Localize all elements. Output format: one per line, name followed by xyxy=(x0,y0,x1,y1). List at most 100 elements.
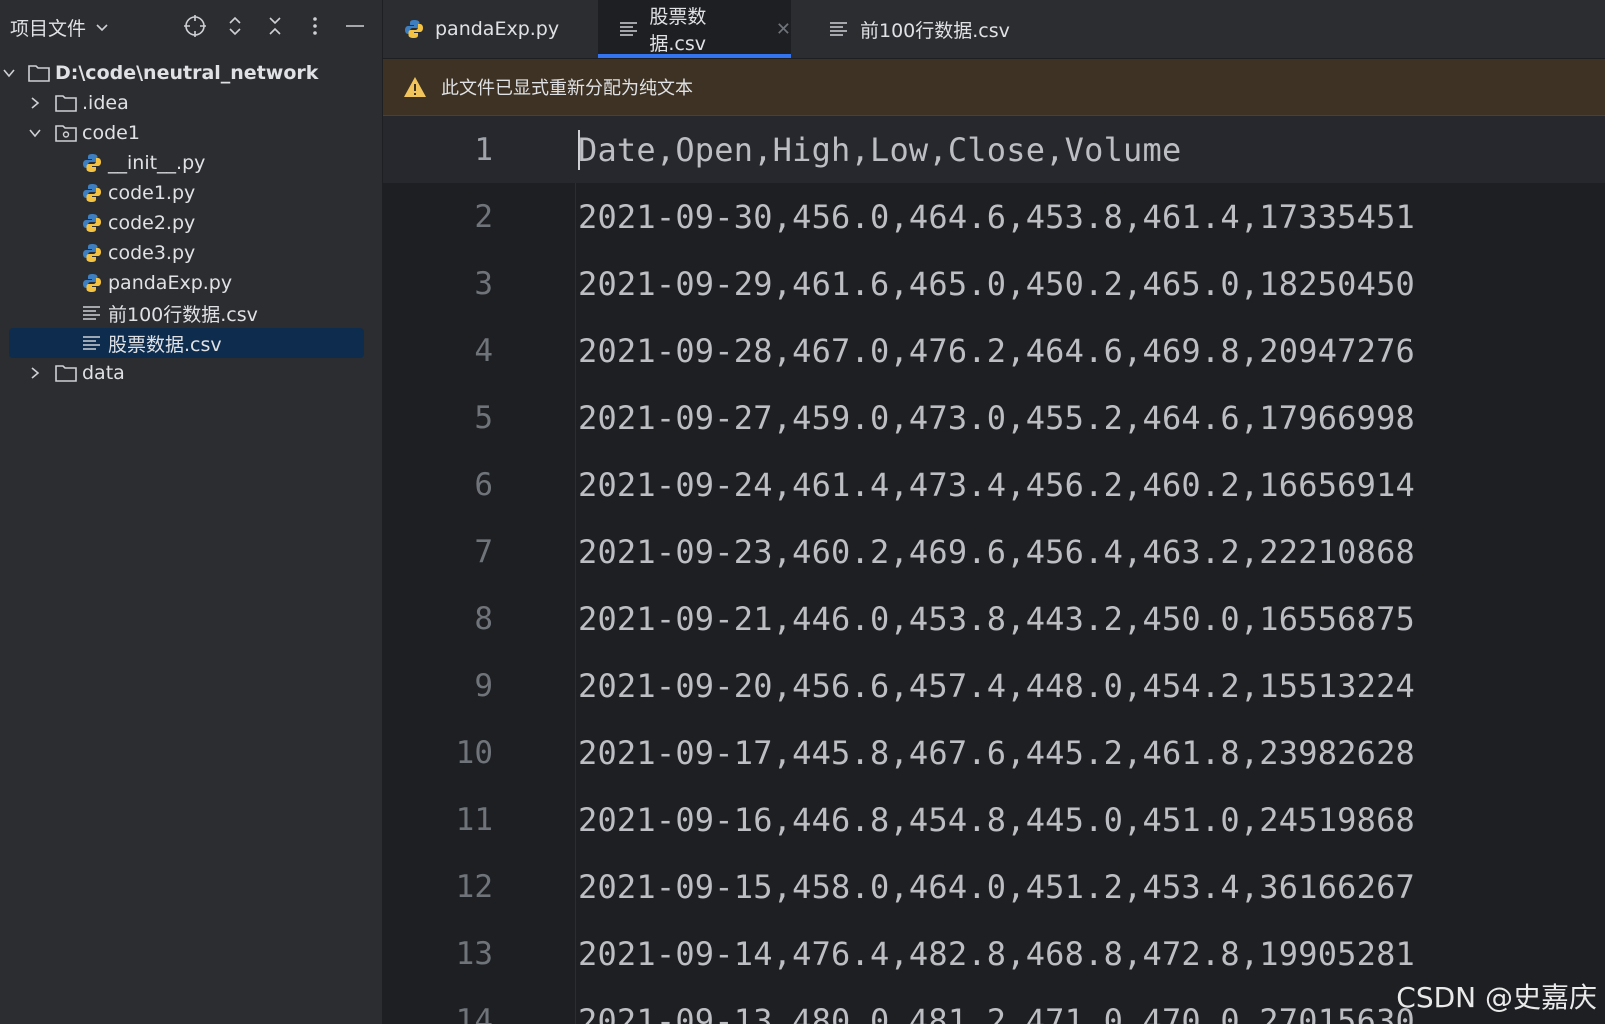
python-file-icon xyxy=(403,18,425,40)
editor-line[interactable]: 10 2021-09-17,445.8,467.6,445.2,461.8,23… xyxy=(383,719,1605,786)
tree-item-code1[interactable]: code1 xyxy=(0,118,382,148)
line-text: 2021-09-20,456.6,457.4,448.0,454.2,15513… xyxy=(578,666,1416,705)
editor-line[interactable]: 6 2021-09-24,461.4,473.4,456.2,460.2,166… xyxy=(383,451,1605,518)
line-text: 2021-09-21,446.0,453.8,443.2,450.0,16556… xyxy=(578,599,1416,638)
line-number: 13 xyxy=(455,935,493,972)
tree-item-file[interactable]: code1.py xyxy=(0,178,382,208)
line-number: 9 xyxy=(474,667,493,704)
active-tab-indicator xyxy=(598,54,791,58)
python-file-icon xyxy=(81,183,103,203)
tree-item-label: 前100行数据.csv xyxy=(108,303,258,326)
sidebar-toolbar xyxy=(182,12,368,40)
tree-item-file[interactable]: code3.py xyxy=(0,238,382,268)
more-options-icon[interactable] xyxy=(302,12,328,40)
line-number: 12 xyxy=(455,868,493,905)
tree-item-label: code2.py xyxy=(108,212,196,234)
editor-line-current[interactable]: 1 Date,Open,High,Low,Close,Volume xyxy=(383,116,1605,183)
warning-icon xyxy=(404,77,426,97)
python-file-icon xyxy=(81,243,103,263)
tree-item-file-selected[interactable]: 股票数据.csv xyxy=(9,328,364,358)
line-number: 11 xyxy=(455,801,493,838)
folder-icon xyxy=(55,93,77,113)
line-number: 5 xyxy=(474,399,493,436)
line-text: 2021-09-17,445.8,467.6,445.2,461.8,23982… xyxy=(578,733,1416,772)
locate-icon[interactable] xyxy=(182,12,208,40)
text-file-icon xyxy=(618,18,639,40)
tab-pandaexp[interactable]: pandaExp.py xyxy=(403,0,593,58)
tree-item-data[interactable]: data xyxy=(0,358,382,388)
python-file-icon xyxy=(81,273,103,293)
tab-stock-data-csv[interactable]: 股票数据.csv ✕ xyxy=(598,0,791,58)
tree-item-file[interactable]: 前100行数据.csv xyxy=(0,298,382,328)
code-editor[interactable]: 1 Date,Open,High,Low,Close,Volume 2 2021… xyxy=(383,116,1605,1024)
tab-label: 股票数据.csv xyxy=(649,6,707,55)
tree-item-label: pandaExp.py xyxy=(108,272,233,294)
folder-icon xyxy=(55,363,77,383)
project-tree: D:\code\neutral_network .idea code1 __in… xyxy=(0,58,382,388)
close-icon[interactable]: ✕ xyxy=(776,19,791,40)
editor-line[interactable]: 4 2021-09-28,467.0,476.2,464.6,469.8,209… xyxy=(383,317,1605,384)
chevron-down-icon[interactable] xyxy=(94,19,110,35)
tree-item-label: .idea xyxy=(82,92,129,114)
tree-item-idea[interactable]: .idea xyxy=(0,88,382,118)
line-text: 2021-09-16,446.8,454.8,445.0,451.0,24519… xyxy=(578,800,1416,839)
folder-icon xyxy=(28,63,50,83)
editor-line[interactable]: 7 2021-09-23,460.2,469.6,456.4,463.2,222… xyxy=(383,518,1605,585)
line-number: 2 xyxy=(474,198,493,235)
line-number: 4 xyxy=(474,332,493,369)
minimize-icon[interactable] xyxy=(342,12,368,40)
tree-item-label: data xyxy=(82,362,125,384)
expand-all-icon[interactable] xyxy=(222,12,248,40)
python-file-icon xyxy=(81,213,103,233)
sidebar-title[interactable]: 项目文件 xyxy=(10,14,86,41)
line-number: 10 xyxy=(455,734,493,771)
plain-text-notification: 此文件已显式重新分配为纯文本 xyxy=(383,59,1605,116)
editor-line[interactable]: 2 2021-09-30,456.0,464.6,453.8,461.4,173… xyxy=(383,183,1605,250)
line-number: 7 xyxy=(474,533,493,570)
line-text: 2021-09-28,467.0,476.2,464.6,469.8,20947… xyxy=(578,331,1416,370)
tab-first100-csv[interactable]: 前100行数据.csv xyxy=(828,0,1048,58)
line-text: 2021-09-27,459.0,473.0,455.2,464.6,17966… xyxy=(578,398,1416,437)
tree-item-label: code1 xyxy=(82,122,140,144)
chevron-down-icon[interactable] xyxy=(28,126,42,140)
chevron-down-icon[interactable] xyxy=(2,66,16,80)
line-text: 2021-09-30,456.0,464.6,453.8,461.4,17335… xyxy=(578,197,1416,236)
line-number: 14 xyxy=(455,1002,493,1024)
chevron-right-icon[interactable] xyxy=(28,96,42,110)
line-number: 1 xyxy=(474,131,493,168)
tree-item-label: D:\code\neutral_network xyxy=(55,62,319,84)
notification-message: 此文件已显式重新分配为纯文本 xyxy=(441,78,693,99)
editor-line[interactable]: 11 2021-09-16,446.8,454.8,445.0,451.0,24… xyxy=(383,786,1605,853)
line-text: Date,Open,High,Low,Close,Volume xyxy=(578,130,1182,169)
sidebar-header: 项目文件 xyxy=(0,0,382,54)
tree-item-file[interactable]: code2.py xyxy=(0,208,382,238)
chevron-right-icon[interactable] xyxy=(28,366,42,380)
tree-item-label: code3.py xyxy=(108,242,196,264)
project-sidebar: 项目文件 D:\code\neutral_network .idea code1… xyxy=(0,0,383,1024)
line-text: 2021-09-15,458.0,464.0,451.2,453.4,36166… xyxy=(578,867,1416,906)
tree-item-root[interactable]: D:\code\neutral_network xyxy=(0,58,382,88)
tree-item-file[interactable]: __init__.py xyxy=(0,148,382,178)
line-number: 3 xyxy=(474,265,493,302)
editor-line[interactable]: 8 2021-09-21,446.0,453.8,443.2,450.0,165… xyxy=(383,585,1605,652)
tab-label: pandaExp.py xyxy=(435,18,560,40)
tree-item-label: __init__.py xyxy=(108,152,206,174)
text-file-icon xyxy=(81,303,103,323)
editor-line[interactable]: 5 2021-09-27,459.0,473.0,455.2,464.6,179… xyxy=(383,384,1605,451)
text-file-icon xyxy=(81,333,103,353)
editor-line[interactable]: 3 2021-09-29,461.6,465.0,450.2,465.0,182… xyxy=(383,250,1605,317)
collapse-all-icon[interactable] xyxy=(262,12,288,40)
line-text: 2021-09-14,476.4,482.8,468.8,472.8,19905… xyxy=(578,934,1416,973)
tree-item-label: 股票数据.csv xyxy=(108,333,222,356)
watermark: CSDN @史嘉庆 xyxy=(1396,981,1597,1014)
editor-tab-bar: pandaExp.py 股票数据.csv ✕ 前100行数据.csv xyxy=(383,0,1605,59)
text-file-icon xyxy=(828,18,850,40)
editor-line[interactable]: 12 2021-09-15,458.0,464.0,451.2,453.4,36… xyxy=(383,853,1605,920)
python-file-icon xyxy=(81,153,103,173)
package-folder-icon xyxy=(55,123,77,143)
tree-item-file[interactable]: pandaExp.py xyxy=(0,268,382,298)
line-number: 8 xyxy=(474,600,493,637)
editor-line[interactable]: 9 2021-09-20,456.6,457.4,448.0,454.2,155… xyxy=(383,652,1605,719)
line-text: 2021-09-23,460.2,469.6,456.4,463.2,22210… xyxy=(578,532,1416,571)
tree-item-label: code1.py xyxy=(108,182,196,204)
